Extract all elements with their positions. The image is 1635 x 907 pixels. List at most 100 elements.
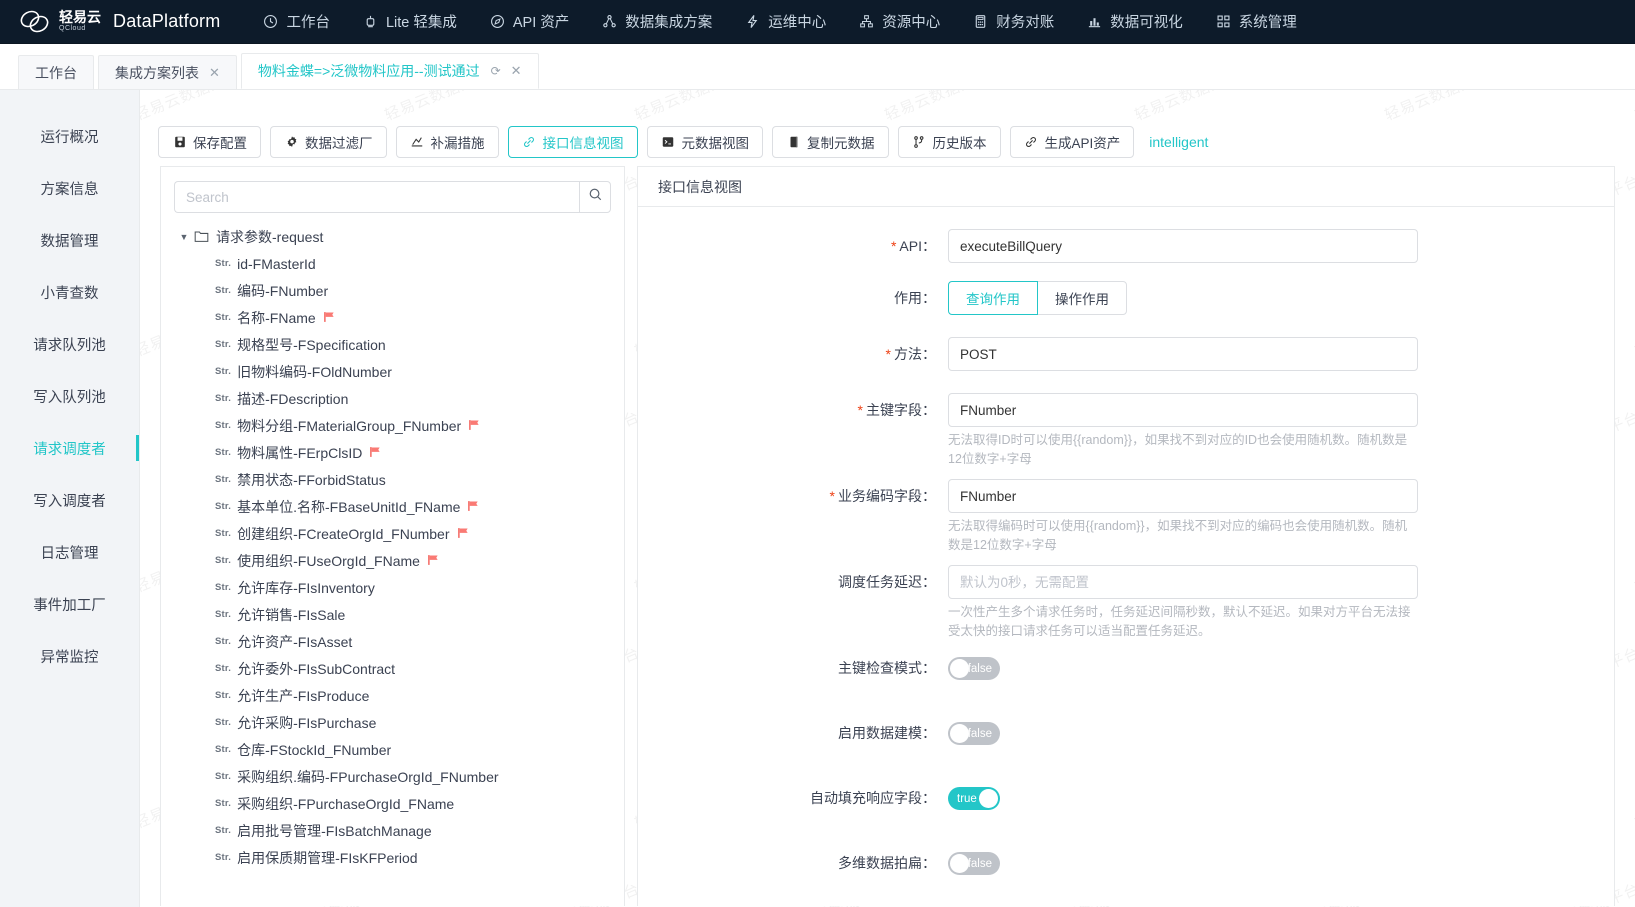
sidebar-item-overview[interactable]: 运行概况 <box>0 110 139 162</box>
interface-info-view-button[interactable]: 接口信息视图 <box>508 126 638 158</box>
brand-logo-group[interactable]: 轻易云 QCloud DataPlatform <box>0 7 220 37</box>
nav-item-workbench[interactable]: 工作台 <box>246 11 346 32</box>
nav-item-finance[interactable]: 财务对账 <box>956 11 1070 32</box>
brand-name-cn: 轻易云 <box>59 9 101 25</box>
tree-leaf-node[interactable]: Str.名称-FName <box>175 304 624 331</box>
share-icon <box>601 13 618 30</box>
tree-leaf-node[interactable]: Str.采购组织-FPurchaseOrgId_FName <box>175 790 624 817</box>
tree-leaf-node[interactable]: Str.旧物料编码-FOldNumber <box>175 358 624 385</box>
bolt-icon <box>744 13 761 30</box>
tree-leaf-node[interactable]: Str.物料属性-FErpClsID <box>175 439 624 466</box>
tree-leaf-node[interactable]: Str.创建组织-FCreateOrgId_FNumber <box>175 520 624 547</box>
type-tag: Str. <box>215 690 231 701</box>
button-label: 历史版本 <box>933 132 987 152</box>
metadata-view-button[interactable]: 元数据视图 <box>647 126 764 158</box>
tree-leaf-node[interactable]: Str.编码-FNumber <box>175 277 624 304</box>
nav-item-system-admin[interactable]: 系统管理 <box>1199 11 1313 32</box>
nav-item-api-assets[interactable]: API 资产 <box>473 11 585 32</box>
sidebar-item-query-count[interactable]: 小青查数 <box>0 266 139 318</box>
tree-leaf-node[interactable]: Str.允许销售-FIsSale <box>175 601 624 628</box>
sidebar-item-event-factory[interactable]: 事件加工厂 <box>0 578 139 630</box>
flatten-multidim-data-toggle[interactable]: false <box>948 852 1000 875</box>
search-input[interactable] <box>174 181 579 213</box>
close-icon[interactable]: ✕ <box>209 65 220 81</box>
page-body: 运行概况 方案信息 数据管理 小青查数 请求队列池 写入队列池 请求调度者 写入… <box>0 90 1635 907</box>
task-delay-input[interactable] <box>948 565 1418 599</box>
intelligent-link[interactable]: intelligent <box>1149 134 1208 150</box>
nav-item-ops-center[interactable]: 运维中心 <box>728 11 842 32</box>
sidebar-item-write-queue[interactable]: 写入队列池 <box>0 370 139 422</box>
auto-fill-response-fields-toggle[interactable]: true <box>948 787 1000 810</box>
tree-leaf-node[interactable]: Str.启用保质期管理-FIsKFPeriod <box>175 844 624 871</box>
role-option-operate[interactable]: 操作作用 <box>1037 281 1127 315</box>
generate-api-asset-button[interactable]: 生成API资产 <box>1010 126 1135 158</box>
tree-leaf-label: 允许销售-FIsSale <box>237 605 345 625</box>
role-option-query[interactable]: 查询作用 <box>948 281 1038 315</box>
tree-leaf-node[interactable]: Str.基本单位.名称-FBaseUnitId_FName <box>175 493 624 520</box>
label-text: 自动填充响应字段： <box>810 790 936 806</box>
tree-leaf-node[interactable]: Str.禁用状态-FForbidStatus <box>175 466 624 493</box>
tree-leaf-node[interactable]: Str.id-FMasterId <box>175 250 624 277</box>
tab-material-kingdee[interactable]: 物料金蝶=>泛微物料应用--测试通过 ⟳ ✕ <box>241 53 539 89</box>
nav-item-label: 系统管理 <box>1239 11 1297 32</box>
search-button[interactable] <box>579 181 611 213</box>
data-filter-button[interactable]: 数据过滤厂 <box>270 126 387 158</box>
tree-leaf-node[interactable]: Str.允许库存-FIsInventory <box>175 574 624 601</box>
sidebar-item-log-management[interactable]: 日志管理 <box>0 526 139 578</box>
primary-key-input[interactable] <box>948 393 1418 427</box>
gap-fix-button[interactable]: 补漏措施 <box>396 126 499 158</box>
form-row-api: *API： <box>638 229 1592 263</box>
form-row-primary-key: *主键字段： 无法取得ID时可以使用{{random}}，如果找不到对应的ID也… <box>638 393 1592 469</box>
business-code-input[interactable] <box>948 479 1418 513</box>
tree-leaf-node[interactable]: Str.允许委外-FIsSubContract <box>175 655 624 682</box>
link-icon <box>1024 135 1039 150</box>
tree-leaf-label: id-FMasterId <box>237 256 316 272</box>
tree-leaf-label: 编码-FNumber <box>237 281 328 301</box>
copy-icon <box>786 135 801 150</box>
tab-label: 集成方案列表 <box>115 63 199 83</box>
toggle-value: false <box>968 663 992 675</box>
tree-leaf-node[interactable]: Str. 允许生产-FIsProduce <box>175 682 624 709</box>
refresh-icon[interactable]: ⟳ <box>491 64 501 78</box>
branch-icon <box>912 135 927 150</box>
tab-workbench[interactable]: 工作台 <box>18 55 94 89</box>
enable-data-modeling-toggle[interactable]: false <box>948 722 1000 745</box>
panel-title: 接口信息视图 <box>638 167 1614 207</box>
tree-leaf-node[interactable]: Str.物料分组-FMaterialGroup_FNumber <box>175 412 624 439</box>
nav-item-resource-center[interactable]: 资源中心 <box>842 11 956 32</box>
sidebar-item-request-queue[interactable]: 请求队列池 <box>0 318 139 370</box>
history-version-button[interactable]: 历史版本 <box>898 126 1001 158</box>
gear-icon <box>284 135 299 150</box>
tree-leaf-label: 规格型号-FSpecification <box>237 335 386 355</box>
tree-leaf-label: 启用保质期管理-FIsKFPeriod <box>237 848 417 868</box>
tree-leaf-node[interactable]: Str.启用批号管理-FIsBatchManage <box>175 817 624 844</box>
nav-item-lite[interactable]: Lite 轻集成 <box>346 11 473 32</box>
copy-metadata-button[interactable]: 复制元数据 <box>772 126 889 158</box>
type-tag: Str. <box>215 771 231 782</box>
tab-integration-plan-list[interactable]: 集成方案列表 ✕ <box>98 55 237 89</box>
tree-leaf-label: 创建组织-FCreateOrgId_FNumber <box>237 524 449 544</box>
tree-leaf-node[interactable]: Str.描述-FDescription <box>175 385 624 412</box>
nav-item-integration-plan[interactable]: 数据集成方案 <box>585 11 728 32</box>
tree-leaf-node[interactable]: Str.规格型号-FSpecification <box>175 331 624 358</box>
sitemap-icon <box>858 13 875 30</box>
tree-leaf-node[interactable]: Str.允许采购-FIsPurchase <box>175 709 624 736</box>
tree-leaf-label: 允许生产-FIsProduce <box>237 686 369 706</box>
tree-leaf-node[interactable]: Str.仓库-FStockId_FNumber <box>175 736 624 763</box>
sidebar-item-data-management[interactable]: 数据管理 <box>0 214 139 266</box>
chevron-down-icon[interactable]: ▼ <box>175 232 193 242</box>
sidebar-item-request-scheduler[interactable]: 请求调度者 <box>0 422 139 474</box>
sidebar-item-exception-monitor[interactable]: 异常监控 <box>0 630 139 682</box>
close-icon[interactable]: ✕ <box>511 63 522 79</box>
sidebar-item-plan-info[interactable]: 方案信息 <box>0 162 139 214</box>
sidebar-item-write-scheduler[interactable]: 写入调度者 <box>0 474 139 526</box>
tree-leaf-node[interactable]: Str.允许资产-FIsAsset <box>175 628 624 655</box>
save-config-button[interactable]: 保存配置 <box>158 126 261 158</box>
primary-key-check-mode-toggle[interactable]: false <box>948 657 1000 680</box>
tree-leaf-node[interactable]: Str.使用组织-FUseOrgId_FName <box>175 547 624 574</box>
api-input[interactable] <box>948 229 1418 263</box>
tree-root-node[interactable]: ▼ 请求参数-request <box>175 223 624 250</box>
nav-item-visualization[interactable]: 数据可视化 <box>1070 11 1199 32</box>
tree-leaf-node[interactable]: Str.采购组织.编码-FPurchaseOrgId_FNumber <box>175 763 624 790</box>
method-input[interactable] <box>948 337 1418 371</box>
